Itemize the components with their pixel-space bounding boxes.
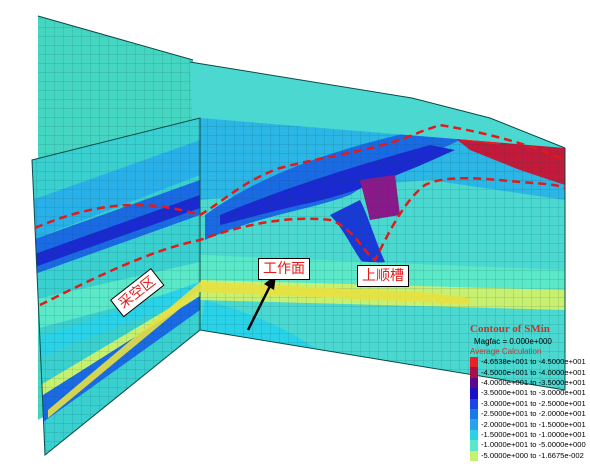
- legend-entry-label: -1.5000e+001 to -1.0000e+001: [481, 429, 586, 439]
- legend-title: Contour of SMin: [470, 323, 550, 335]
- legend-entry-label: -4.5000e+001 to -4.0000e+001: [481, 367, 586, 377]
- legend-swatch: [470, 450, 478, 461]
- legend-magfac: Magfac = 0.000e+000: [474, 337, 552, 346]
- legend-entry-label: -1.0000e+001 to -5.0000e+000: [481, 440, 586, 450]
- legend-swatch: [470, 429, 478, 441]
- working-face-label: 工作面: [258, 258, 310, 280]
- legend-entry-label: -3.5000e+001 to -3.0000e+001: [481, 388, 586, 398]
- legend-calc: Average Calculation: [470, 347, 542, 356]
- legend-swatch: [470, 357, 478, 368]
- legend-entry-label: -5.0000e+000 to -1.6675e-002: [481, 450, 584, 460]
- legend-entry: -4.5000e+001 to -4.0000e+001: [470, 367, 588, 378]
- legend-entry: -5.0000e+000 to -1.6675e-002: [470, 450, 588, 461]
- legend-entry-label: -4.0000e+001 to -3.5000e+001: [481, 377, 586, 387]
- figure: 工作面 上顺槽 采空区 Contour of SMin Magfac = 0.0…: [0, 0, 590, 473]
- legend-rows: -4.6538e+001 to -4.5000e+001 -4.5000e+001…: [470, 357, 588, 461]
- legend-swatch: [470, 388, 478, 399]
- legend-swatch: [470, 408, 478, 420]
- legend: Contour of SMin Magfac = 0.000e+000 Aver…: [470, 323, 588, 461]
- legend-entry: -3.5000e+001 to -3.0000e+001: [470, 388, 588, 399]
- legend-swatch: [470, 419, 478, 430]
- upper-trough-label: 上顺槽: [357, 265, 409, 287]
- legend-entry-label: -3.0000e+001 to -2.5000e+001: [481, 398, 586, 408]
- legend-swatch: [470, 440, 478, 451]
- legend-entry: -2.0000e+001 to -1.5000e+001: [470, 419, 588, 430]
- legend-entry: -4.0000e+001 to -3.5000e+001: [470, 377, 588, 389]
- legend-entry: -2.5000e+001 to -2.0000e+001: [470, 408, 588, 420]
- legend-swatch: [470, 398, 478, 409]
- legend-entry-label: -2.5000e+001 to -2.0000e+001: [481, 409, 586, 419]
- legend-entry: -4.6538e+001 to -4.5000e+001: [470, 357, 588, 368]
- legend-entry-label: -4.6538e+001 to -4.5000e+001: [481, 357, 586, 367]
- legend-swatch: [470, 367, 478, 378]
- legend-entry: -3.0000e+001 to -2.5000e+001: [470, 398, 588, 409]
- legend-swatch: [470, 377, 478, 389]
- legend-entry: -1.0000e+001 to -5.0000e+000: [470, 440, 588, 451]
- legend-entry: -1.5000e+001 to -1.0000e+001: [470, 429, 588, 441]
- legend-entry-label: -2.0000e+001 to -1.5000e+001: [481, 419, 586, 429]
